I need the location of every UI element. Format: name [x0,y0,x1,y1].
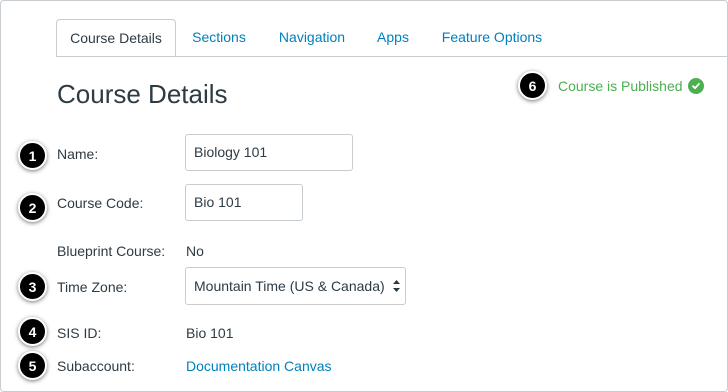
callout-marker-1: 1 [18,141,47,170]
callout-marker-4: 4 [18,317,47,346]
tab-feature-options[interactable]: Feature Options [425,19,559,56]
check-circle-icon [687,78,704,94]
callout-marker-6: 6 [518,71,547,100]
published-status-text: Course is Published [558,78,683,94]
course-settings-panel: Course Details Sections Navigation Apps … [0,0,728,392]
published-status: Course is Published [558,78,704,94]
settings-tabs: Course Details Sections Navigation Apps … [1,1,727,57]
subaccount-label: Subaccount: [57,358,135,374]
time-zone-label: Time Zone: [57,279,128,295]
subaccount-link[interactable]: Documentation Canvas [186,358,332,374]
sis-id-label: SIS ID: [57,325,102,341]
tab-course-details[interactable]: Course Details [56,19,176,57]
tab-navigation[interactable]: Navigation [263,19,361,56]
course-name-input[interactable]: Biology 101 [185,134,353,171]
page-title: Course Details [57,79,228,109]
chevron-up-down-icon [393,280,400,292]
name-label: Name: [57,146,99,162]
tab-divider [56,56,727,57]
blueprint-value: No [186,243,204,259]
blueprint-label: Blueprint Course: [57,243,166,259]
time-zone-selected-value: Mountain Time (US & Canada) (- [194,278,384,294]
tab-apps[interactable]: Apps [363,19,423,56]
course-code-label: Course Code: [57,195,144,211]
callout-marker-2: 2 [18,193,47,222]
course-code-input[interactable]: Bio 101 [185,184,303,221]
callout-marker-3: 3 [18,272,47,301]
sis-id-value: Bio 101 [186,325,234,341]
time-zone-select[interactable]: Mountain Time (US & Canada) (- [185,267,406,305]
callout-marker-5: 5 [18,351,47,380]
tab-sections[interactable]: Sections [177,19,261,56]
